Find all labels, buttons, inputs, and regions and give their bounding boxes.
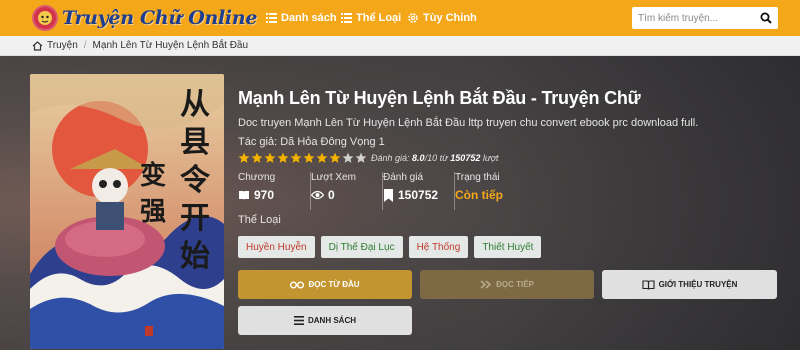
svg-text:强: 强 <box>140 197 166 227</box>
status-badge: Còn tiếp <box>455 188 503 202</box>
continue-reading-button[interactable]: ĐỌC TIẾP <box>420 270 594 299</box>
stat-value-row: 0 <box>311 188 356 202</box>
menu-lines-icon <box>294 316 304 325</box>
novel-title: Mạnh Lên Từ Huyện Lệnh Bắt Đầu - Truyện … <box>238 88 641 108</box>
stat-chapters: Chương 970 <box>238 172 310 210</box>
top-navigation-bar: Truyện Chữ Online Danh sách Thể Loại Tùy… <box>0 0 800 36</box>
glasses-icon <box>290 281 305 289</box>
star-empty-icon[interactable] <box>355 152 367 164</box>
star-filled-icon[interactable] <box>303 152 315 164</box>
svg-text:从: 从 <box>180 87 210 122</box>
author-label: Tác giả: <box>238 136 278 148</box>
svg-text:始: 始 <box>180 239 210 274</box>
star-filled-icon[interactable] <box>329 152 341 164</box>
genre-tags: Huyền Huyễn Dị Thế Đại Lục Hệ Thống Thiết H… <box>238 236 547 258</box>
button-label: GIỚI THIỆU TRUYỆN <box>658 280 738 289</box>
star-filled-icon[interactable] <box>238 152 250 164</box>
stat-status: Trạng thái Còn tiếp <box>454 172 534 210</box>
rating-row: Đánh giá: 8.0/10 từ 150752 lượt <box>238 152 499 164</box>
nav-tuy-chinh[interactable]: Tùy Chỉnh <box>407 0 477 36</box>
button-label: DANH SÁCH <box>308 316 356 325</box>
search-input[interactable] <box>632 8 752 28</box>
svg-text:令: 令 <box>180 163 211 198</box>
stat-label: Trạng thái <box>455 172 500 183</box>
double-chevron-right-icon <box>480 280 492 289</box>
stat-ratings: Đánh giá 150752 <box>382 172 454 210</box>
rating-prefix: Đánh giá: <box>371 153 410 163</box>
gear-icon <box>408 13 418 23</box>
introduction-button[interactable]: GIỚI THIỆU TRUYỆN <box>602 270 777 299</box>
nav-label: Danh sách <box>281 12 337 24</box>
site-logo[interactable]: Truyện Chữ Online <box>32 4 257 32</box>
star-filled-icon[interactable] <box>277 152 289 164</box>
rating-text: Đánh giá: 8.0/10 từ 150752 lượt <box>371 153 499 163</box>
star-filled-icon[interactable] <box>264 152 276 164</box>
breadcrumb: Truyện / Mạnh Lên Từ Huyện Lệnh Bắt Đầu <box>32 40 248 51</box>
rating-count: 150752 <box>450 153 481 163</box>
breadcrumb-separator: / <box>83 40 87 51</box>
star-filled-icon[interactable] <box>251 152 263 164</box>
rating-score: 8.0 <box>412 153 425 163</box>
open-book-icon <box>642 279 655 290</box>
star-filled-icon[interactable] <box>316 152 328 164</box>
novel-hero: 从 县 令 开 始 变 强 Mạnh Lên Từ Huyện Lệnh Bắt… <box>0 56 800 350</box>
genre-tag[interactable]: Dị Thế Đại Lục <box>320 236 403 258</box>
rating-stars[interactable] <box>238 152 368 164</box>
breadcrumb-current[interactable]: Mạnh Lên Từ Huyện Lệnh Bắt Đầu <box>93 40 249 51</box>
bookmark-icon <box>384 188 393 202</box>
book-icon <box>239 190 249 200</box>
stat-label: Lượt Xem <box>311 172 356 183</box>
list-icon <box>266 13 277 23</box>
stat-value: 0 <box>328 188 335 202</box>
svg-text:开: 开 <box>180 201 210 236</box>
svg-text:县: 县 <box>180 125 210 160</box>
stat-label: Chương <box>238 172 276 183</box>
novel-stats: Chương 970 Lượt Xem 0 Đánh giá 150752 Tr… <box>238 172 534 210</box>
button-label: ĐỌC TỪ ĐẦU <box>308 280 360 289</box>
logo-text: Truyện Chữ Online <box>62 7 258 29</box>
eye-icon <box>311 190 324 200</box>
stat-value: 150752 <box>398 188 439 202</box>
genre-tag[interactable]: Hệ Thống <box>408 236 469 258</box>
stat-value-row: 970 <box>238 188 275 202</box>
novel-cover-image[interactable]: 从 县 令 开 始 变 强 <box>30 74 224 349</box>
novel-description: Doc truyen Mạnh Lên Từ Huyện Lệnh Bắt Đầ… <box>238 117 699 129</box>
genre-tag[interactable]: Thiết Huyết <box>474 236 542 258</box>
author-name[interactable]: Dã Hỏa Đông Vọng 1 <box>280 136 385 148</box>
breadcrumb-bar: Truyện / Mạnh Lên Từ Huyện Lệnh Bắt Đầu <box>0 36 800 56</box>
search-box <box>632 7 778 29</box>
home-icon[interactable] <box>32 40 43 51</box>
breadcrumb-home-link[interactable]: Truyện <box>47 40 78 51</box>
stat-value: 970 <box>254 188 275 202</box>
genre-label: Thể Loại <box>238 214 281 226</box>
nav-danh-sach[interactable]: Danh sách <box>266 0 337 36</box>
nav-label: Thể Loại <box>356 12 402 24</box>
rating-suffix: lượt <box>482 153 499 163</box>
star-filled-icon[interactable] <box>290 152 302 164</box>
read-from-start-button[interactable]: ĐỌC TỪ ĐẦU <box>238 270 412 299</box>
stat-value-row: 150752 <box>383 188 438 202</box>
stat-label: Đánh giá <box>383 172 424 183</box>
category-list-icon <box>341 13 352 23</box>
nav-the-loai[interactable]: Thể Loại <box>341 0 401 36</box>
button-label: ĐỌC TIẾP <box>496 280 534 289</box>
genre-tag[interactable]: Huyền Huyễn <box>238 236 315 258</box>
chapter-list-button[interactable]: DANH SÁCH <box>238 306 412 335</box>
search-icon[interactable] <box>760 12 772 24</box>
star-empty-icon[interactable] <box>342 152 354 164</box>
svg-text:变: 变 <box>140 160 166 191</box>
novel-author: Tác giả: Dã Hỏa Đông Vọng 1 <box>238 136 385 148</box>
rating-out-of: /10 từ <box>424 153 448 163</box>
stat-views: Lượt Xem 0 <box>310 172 382 210</box>
nav-label: Tùy Chỉnh <box>423 12 477 24</box>
logo-mascot-icon <box>32 5 58 31</box>
